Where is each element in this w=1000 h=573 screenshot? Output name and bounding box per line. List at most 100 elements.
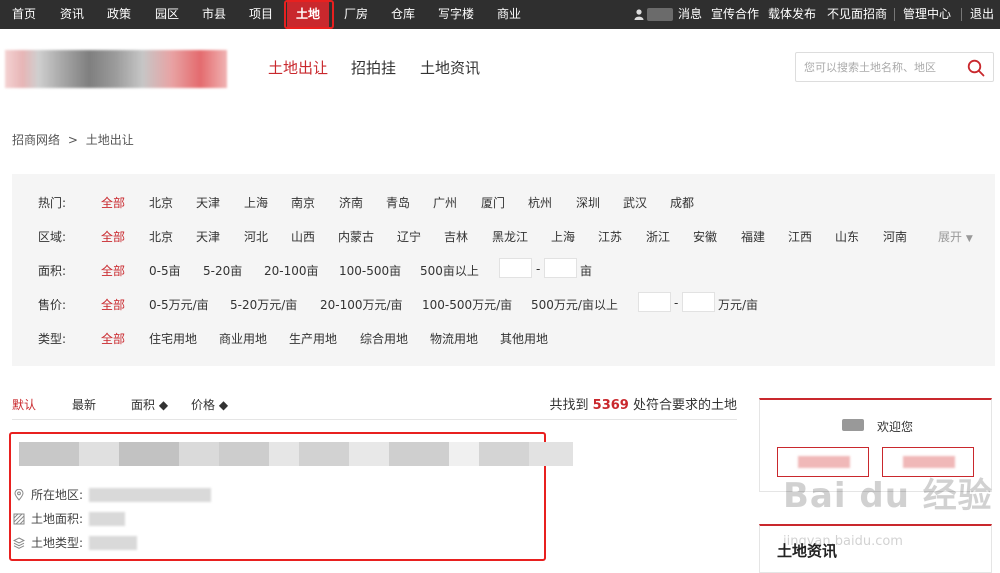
filter-option[interactable]: 山东 <box>835 228 859 245</box>
filter-option[interactable]: 天津 <box>196 194 220 211</box>
filter-option[interactable]: 北京 <box>149 228 173 245</box>
filter-option[interactable]: 天津 <box>196 228 220 245</box>
filter-option[interactable]: 其他用地 <box>500 330 548 347</box>
welcome-text: 欢迎您 <box>877 420 914 434</box>
site-logo-redacted[interactable] <box>5 50 227 88</box>
filter-option[interactable]: 广州 <box>433 194 457 211</box>
nav-commercial[interactable]: 商业 <box>497 0 521 29</box>
nav-project[interactable]: 项目 <box>249 0 273 29</box>
result-count: 共找到 5369 处符合要求的土地 <box>549 398 738 413</box>
breadcrumb: 招商网络 > 土地出让 <box>12 131 134 148</box>
filter-option[interactable]: 成都 <box>670 194 694 211</box>
price-min-input[interactable] <box>638 292 671 312</box>
nav-factory[interactable]: 厂房 <box>344 0 368 29</box>
filter-option[interactable]: 住宅用地 <box>149 330 197 347</box>
filter-option[interactable]: 河南 <box>883 228 907 245</box>
filter-option[interactable]: 武汉 <box>623 194 647 211</box>
land-news-box: 土地资讯 <box>759 524 992 573</box>
listing-type: 土地类型: <box>13 534 138 551</box>
listing-title-redacted[interactable] <box>19 442 579 467</box>
area-min-input[interactable] <box>499 258 532 278</box>
breadcrumb-sep: > <box>67 133 78 147</box>
filter-option[interactable]: 济南 <box>339 194 363 211</box>
tab-land-news[interactable]: 土地资讯 <box>420 57 480 78</box>
filter-option[interactable]: 综合用地 <box>360 330 408 347</box>
filter-option[interactable]: 内蒙古 <box>338 228 374 245</box>
search-icon[interactable] <box>967 59 985 77</box>
filter-option[interactable]: 上海 <box>244 194 268 211</box>
breadcrumb-current: 土地出让 <box>85 133 134 147</box>
tab-land-transfer[interactable]: 土地出让 <box>268 57 328 78</box>
nav-remote-investment[interactable]: 不见面招商 <box>827 0 887 29</box>
filter-option[interactable]: 上海 <box>551 228 575 245</box>
expand-toggle[interactable]: 展开 ▼ <box>938 228 973 245</box>
nav-warehouse[interactable]: 仓库 <box>391 0 415 29</box>
filter-option[interactable]: 全部 <box>101 296 125 313</box>
filter-option[interactable]: 河北 <box>244 228 268 245</box>
filter-label: 面积: <box>38 264 67 278</box>
filter-option[interactable]: 20-100亩 <box>264 262 319 279</box>
price-max-input[interactable] <box>682 292 715 312</box>
filter-option[interactable]: 5-20万元/亩 <box>230 296 297 313</box>
nav-office[interactable]: 写字楼 <box>438 0 474 29</box>
filter-option[interactable]: 江苏 <box>598 228 622 245</box>
nav-admin[interactable]: 管理中心 <box>903 0 951 29</box>
sort-newest[interactable]: 最新 <box>72 396 96 413</box>
filter-option[interactable]: 厦门 <box>481 194 505 211</box>
filter-option[interactable]: 深圳 <box>576 194 600 211</box>
filter-option[interactable]: 黑龙江 <box>492 228 528 245</box>
search-input[interactable] <box>804 59 964 75</box>
nav-publish[interactable]: 载体发布 <box>768 0 816 29</box>
filter-option[interactable]: 0-5万元/亩 <box>149 296 209 313</box>
filter-option[interactable]: 吉林 <box>444 228 468 245</box>
filter-label: 售价: <box>38 298 67 312</box>
filter-option[interactable]: 辽宁 <box>397 228 421 245</box>
filter-option[interactable]: 安徽 <box>693 228 717 245</box>
filter-option[interactable]: 山西 <box>291 228 315 245</box>
filter-option[interactable]: 全部 <box>101 194 125 211</box>
filter-option[interactable]: 5-20亩 <box>203 262 242 279</box>
sort-price[interactable]: 价格 ◆ <box>191 396 228 413</box>
location-pin-icon <box>14 489 24 501</box>
filter-option[interactable]: 江西 <box>788 228 812 245</box>
range-dash: - <box>674 296 679 310</box>
sort-area[interactable]: 面积 ◆ <box>131 396 168 413</box>
top-nav-bar: 首页 资讯 政策 园区 市县 项目 土地 厂房 仓库 写字楼 商业 消息 宣传合… <box>0 0 1000 29</box>
nav-policy[interactable]: 政策 <box>107 0 131 29</box>
filter-option[interactable]: 全部 <box>101 330 125 347</box>
filter-panel: 热门: 全部 北京 天津 上海 南京 济南 青岛 广州 厦门 杭州 深圳 武汉 … <box>12 174 995 366</box>
nav-news[interactable]: 资讯 <box>60 0 84 29</box>
nav-city[interactable]: 市县 <box>202 0 226 29</box>
nav-home[interactable]: 首页 <box>12 0 36 29</box>
nav-logout[interactable]: 退出 <box>970 0 994 29</box>
filter-option[interactable]: 青岛 <box>386 194 410 211</box>
filter-option[interactable]: 福建 <box>741 228 765 245</box>
filter-option[interactable]: 生产用地 <box>289 330 337 347</box>
nav-divider <box>961 8 962 21</box>
area-max-input[interactable] <box>544 258 577 278</box>
nav-promo[interactable]: 宣传合作 <box>711 0 759 29</box>
filter-option[interactable]: 20-100万元/亩 <box>320 296 403 313</box>
filter-option[interactable]: 北京 <box>149 194 173 211</box>
filter-option[interactable]: 南京 <box>291 194 315 211</box>
search-box <box>795 52 994 82</box>
filter-option[interactable]: 杭州 <box>528 194 552 211</box>
land-listing-card[interactable]: 所在地区: 土地面积: 土地类型: <box>9 432 573 561</box>
filter-option[interactable]: 0-5亩 <box>149 262 181 279</box>
filter-option[interactable]: 浙江 <box>646 228 670 245</box>
breadcrumb-home[interactable]: 招商网络 <box>12 133 60 147</box>
filter-option[interactable]: 500万元/亩以上 <box>531 296 618 313</box>
filter-option[interactable]: 500亩以上 <box>420 262 479 279</box>
filter-option[interactable]: 全部 <box>101 228 125 245</box>
nav-park[interactable]: 园区 <box>155 0 179 29</box>
filter-option[interactable]: 物流用地 <box>430 330 478 347</box>
account-button-redacted[interactable] <box>777 447 869 477</box>
account-button-redacted[interactable] <box>882 447 974 477</box>
filter-option[interactable]: 100-500万元/亩 <box>422 296 512 313</box>
filter-option[interactable]: 100-500亩 <box>339 262 401 279</box>
tab-auction[interactable]: 招拍挂 <box>351 57 396 78</box>
filter-option[interactable]: 商业用地 <box>219 330 267 347</box>
filter-option[interactable]: 全部 <box>101 262 125 279</box>
sort-default[interactable]: 默认 <box>12 396 36 413</box>
nav-messages[interactable]: 消息 <box>678 0 702 29</box>
